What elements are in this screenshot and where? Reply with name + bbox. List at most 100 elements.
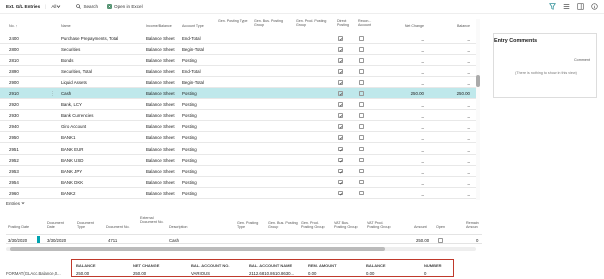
open-in-excel-button[interactable]: Open in Excel (107, 4, 143, 9)
reconciliation-checkbox[interactable] (359, 91, 364, 96)
direct-posting-checkbox[interactable] (338, 135, 343, 140)
reconciliation-checkbox[interactable] (359, 47, 364, 52)
table-row[interactable]: 2951 BANK EUR Balance Sheet Posting _ _ (0, 144, 476, 155)
row-net-change[interactable]: 250.00 (398, 91, 424, 96)
col-header-posting-date[interactable]: Posting Date (8, 225, 29, 229)
direct-posting-checkbox[interactable] (338, 102, 343, 107)
row-net-change[interactable]: _ (398, 169, 424, 174)
table-row[interactable]: 2960 BANK2 Balance Sheet Posting _ _ (0, 188, 476, 199)
col-header-gen-posting-type[interactable]: Gen. Posting Type (218, 19, 248, 23)
row-balance[interactable]: _ (448, 36, 470, 41)
col-header-vat-bus-posting-group[interactable]: VAT Bus. Posting Group (334, 221, 360, 229)
grid-vertical-scrollbar[interactable] (476, 19, 480, 200)
table-row[interactable]: 2930 Bank Currencies Balance Sheet Posting _… (0, 110, 476, 122)
reconciliation-checkbox[interactable] (359, 190, 364, 196)
reconciliation-checkbox[interactable] (359, 179, 364, 185)
row-balance[interactable]: _ (448, 69, 470, 74)
direct-posting-checkbox[interactable] (338, 179, 343, 185)
table-row[interactable]: 2954 BANK DKK Balance Sheet Posting _ _ (0, 177, 476, 188)
row-balance[interactable]: 250.00 (448, 91, 470, 96)
reconciliation-checkbox[interactable] (359, 80, 364, 85)
direct-posting-checkbox[interactable] (338, 58, 343, 63)
table-row[interactable]: 2900 Liquid Assets Balance Sheet Begin-Tota… (0, 77, 476, 89)
table-row[interactable]: 2970 (0, 199, 476, 200)
table-row[interactable]: 2400 Purchase Prepayments, Total Balance S… (0, 33, 476, 44)
info-icon[interactable] (591, 3, 598, 10)
col-header-document-no[interactable]: Document No. (106, 225, 130, 229)
col-header-balance[interactable]: Balance (448, 24, 470, 28)
row-net-change[interactable]: _ (398, 58, 424, 63)
table-row[interactable]: 2920 Bank, LCY Balance Sheet Posting _ _ (0, 99, 476, 111)
row-net-change[interactable]: _ (398, 36, 424, 41)
row-balance[interactable]: _ (448, 47, 470, 52)
reconciliation-checkbox[interactable] (359, 69, 364, 74)
col-header-gen-prod-posting-group[interactable]: Gen. Prod. Posting Group (296, 19, 330, 27)
table-row[interactable]: 2810 Bonds Balance Sheet Posting _ _ (0, 55, 476, 67)
row-balance[interactable]: _ (448, 158, 470, 163)
col-header-amount[interactable]: Amount (414, 225, 427, 229)
col-header-entries-gen-bus-posting-group[interactable]: Gen. Bus. Posting Group (268, 221, 298, 229)
col-header-external-document-no[interactable]: External Document No. (140, 216, 164, 224)
direct-posting-checkbox[interactable] (338, 168, 343, 174)
table-row[interactable]: 2950 BANK1 Balance Sheet Posting _ _ (0, 132, 476, 144)
row-balance[interactable]: _ (448, 124, 470, 129)
view-selector[interactable]: All (51, 4, 63, 9)
col-header-gen-bus-posting-group[interactable]: Gen. Bus. Posting Group (254, 19, 292, 27)
col-header-reconciliation-account[interactable]: Recon... Account (358, 19, 378, 27)
direct-posting-checkbox[interactable] (338, 124, 343, 129)
row-balance[interactable]: _ (448, 147, 470, 152)
row-net-change[interactable]: _ (398, 47, 424, 52)
reconciliation-checkbox[interactable] (359, 168, 364, 174)
col-header-account-type[interactable]: Account Type (182, 24, 204, 28)
col-header-direct-posting[interactable]: Direct Posting (337, 19, 351, 27)
entries-row[interactable]: 3/30/2020 3/30/2020 4711 Cash 250.00 0 (6, 234, 482, 244)
row-balance[interactable]: _ (448, 169, 470, 174)
scrollbar-thumb[interactable] (476, 75, 480, 87)
col-header-document-type[interactable]: Document Type (77, 221, 99, 229)
direct-posting-checkbox[interactable] (338, 69, 343, 74)
row-net-change[interactable]: _ (398, 113, 424, 118)
entries-tab[interactable]: Entries (6, 201, 25, 206)
table-row[interactable]: 2952 BANK USD Balance Sheet Posting _ _ (0, 155, 476, 166)
direct-posting-checkbox[interactable] (338, 80, 343, 85)
reconciliation-checkbox[interactable] (359, 102, 364, 107)
search-button[interactable]: Search (76, 4, 98, 9)
col-header-no[interactable]: No. ↑ (9, 24, 17, 28)
table-row[interactable]: 2940 Giro Account Balance Sheet Posting _ _ (0, 121, 476, 133)
list-view-icon[interactable] (563, 3, 570, 10)
reconciliation-checkbox[interactable] (359, 124, 364, 129)
row-balance[interactable]: _ (448, 180, 470, 185)
filter-icon[interactable] (549, 3, 556, 10)
col-header-net-change[interactable]: Net Change (398, 24, 424, 28)
col-header-entries-gen-prod-posting-group[interactable]: Gen. Prod. Posting Group (301, 221, 331, 229)
entries-horizontal-scrollbar[interactable] (6, 247, 476, 251)
row-net-change[interactable]: _ (398, 180, 424, 185)
row-balance[interactable]: _ (448, 80, 470, 85)
row-balance[interactable]: _ (448, 102, 470, 107)
row-net-change[interactable]: _ (398, 158, 424, 163)
scrollbar-thumb[interactable] (10, 247, 385, 251)
table-row[interactable]: 2890 Securities, Total Balance Sheet End-To… (0, 66, 476, 78)
row-balance[interactable]: _ (448, 113, 470, 118)
row-net-change[interactable]: _ (398, 135, 424, 140)
col-header-name[interactable]: Name (61, 24, 71, 28)
col-header-document-date[interactable]: Document Date (47, 221, 71, 229)
col-header-open[interactable]: Open (436, 225, 445, 229)
row-net-change[interactable]: _ (398, 102, 424, 107)
table-row[interactable]: 2800 Securities Balance Sheet Begin-Total _ _ (0, 44, 476, 56)
col-header-entries-gen-posting-type[interactable]: Gen. Posting Type (237, 221, 263, 229)
direct-posting-checkbox[interactable] (338, 190, 343, 196)
direct-posting-checkbox[interactable] (338, 36, 343, 41)
reconciliation-checkbox[interactable] (359, 135, 364, 140)
row-net-change[interactable]: _ (398, 124, 424, 129)
row-net-change[interactable]: _ (398, 147, 424, 152)
reconciliation-checkbox[interactable] (359, 36, 364, 41)
col-header-remaining-amount[interactable]: Remain Amoun (466, 221, 482, 229)
table-row[interactable]: 2910 Cash Balance Sheet Posting ⋮ 250.00 250.0… (0, 88, 476, 100)
direct-posting-checkbox[interactable] (338, 157, 343, 163)
direct-posting-checkbox[interactable] (338, 113, 343, 118)
entry-open-checkbox[interactable] (438, 238, 443, 243)
reconciliation-checkbox[interactable] (359, 113, 364, 118)
direct-posting-checkbox[interactable] (338, 146, 343, 151)
row-balance[interactable]: _ (448, 58, 470, 63)
